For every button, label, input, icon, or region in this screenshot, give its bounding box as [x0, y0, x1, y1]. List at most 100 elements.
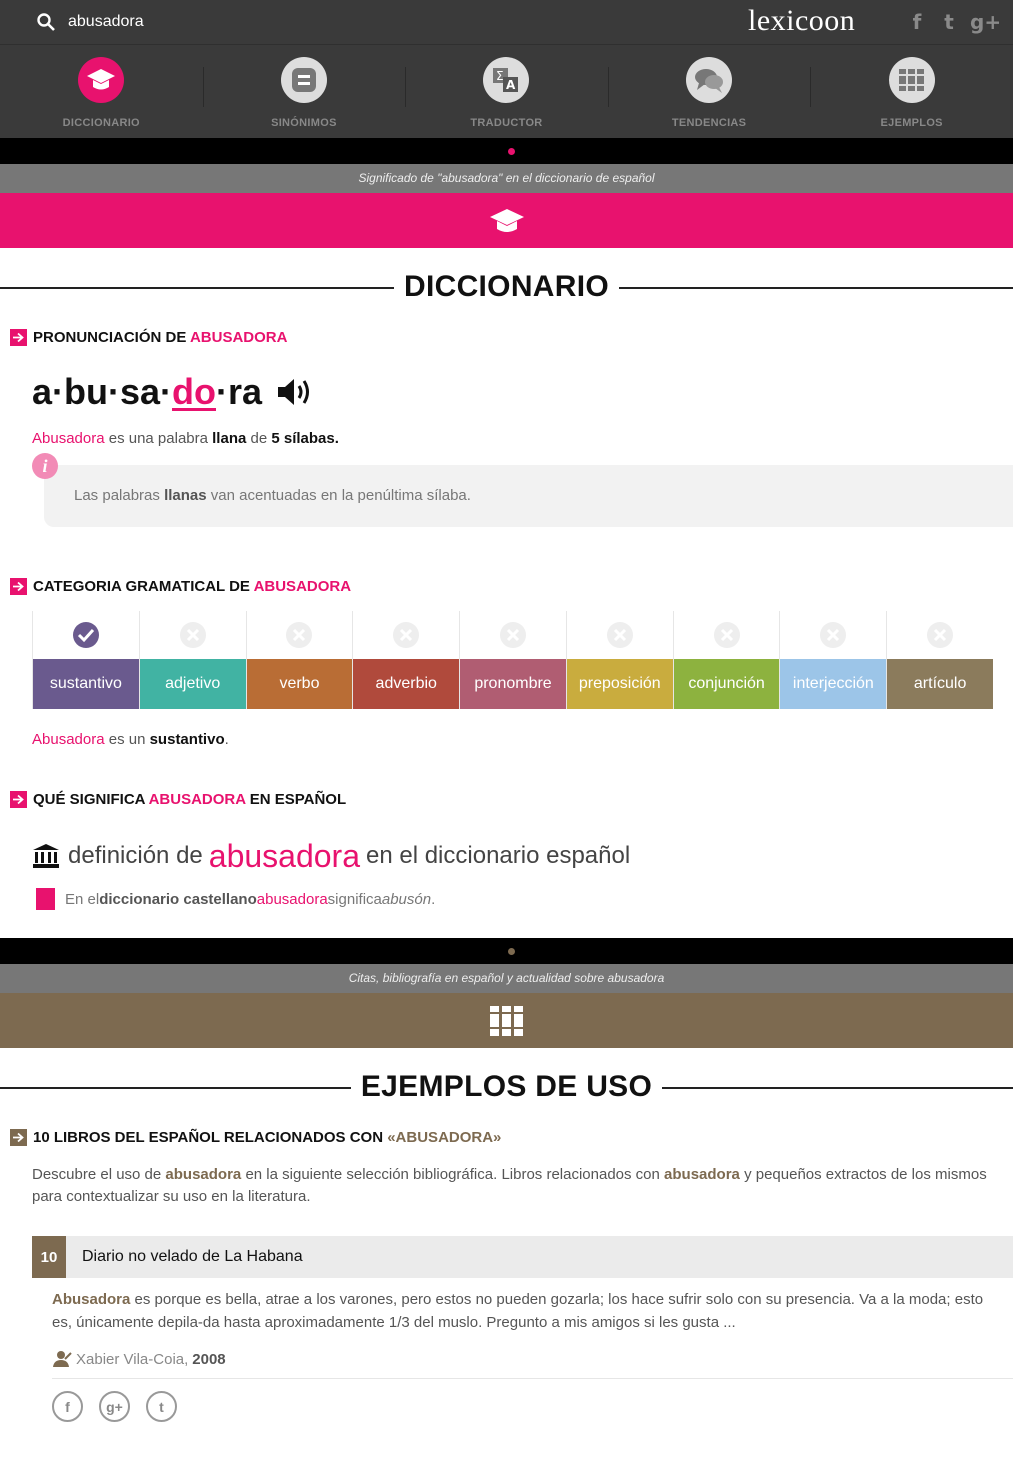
category-label: adjetivo	[139, 659, 246, 709]
section-dot	[508, 948, 515, 955]
share-buttons: f g+ t	[52, 1391, 1013, 1422]
text: van acentuadas en la penúltima sílaba.	[206, 487, 471, 504]
arrow-right-icon	[10, 577, 27, 595]
section-dot	[508, 148, 515, 155]
nav-label: SINÓNIMOS	[271, 117, 337, 129]
category-label: verbo	[246, 659, 353, 709]
share-facebook-icon[interactable]: f	[52, 1391, 83, 1422]
category-4: pronombre	[459, 611, 566, 709]
category-3: adverbio	[352, 611, 460, 709]
category-2: verbo	[245, 611, 353, 709]
stressed-syllable: do	[172, 371, 216, 412]
cross-icon	[460, 611, 566, 659]
svg-text:A: A	[506, 78, 516, 92]
heading-text: 10 LIBROS DEL ESPAÑOL RELACIONADOS CON	[33, 1128, 384, 1146]
text: en el diccionario español	[366, 842, 631, 869]
search-icon[interactable]	[36, 12, 56, 32]
heading-word: ABUSADORA	[253, 577, 352, 595]
cross-icon	[247, 611, 353, 659]
word: abusadora	[664, 1166, 740, 1183]
nav-item-traductor[interactable]: ΣA TRADUCTOR	[405, 45, 608, 138]
category-label: interjección	[780, 659, 887, 709]
search-input[interactable]	[68, 8, 468, 36]
translate-icon: ΣA	[483, 57, 530, 103]
arrow-right-icon	[10, 328, 27, 346]
institution-icon	[33, 844, 59, 868]
stress-type: llana	[212, 430, 247, 447]
facebook-icon[interactable]: f	[906, 10, 928, 34]
category-result: Abusadora es un sustantivo.	[32, 731, 1013, 748]
text: Descubre el uso de	[32, 1166, 166, 1183]
books-icon	[888, 57, 935, 103]
share-twitter-icon[interactable]: t	[146, 1391, 177, 1422]
definition-item: En el diccionario castellano abusadora s…	[36, 886, 1013, 912]
syllables-pre: a·bu·sa·	[32, 371, 173, 412]
text: es una palabra	[104, 430, 213, 447]
heading-text: CATEGORIA GRAMATICAL DE	[33, 577, 250, 595]
book-header[interactable]: 10 Diario no velado de La Habana	[32, 1236, 1013, 1278]
cross-icon	[887, 611, 993, 659]
main-nav: DICCIONARIO SINÓNIMOS ΣA TRADUCTOR TENDE…	[0, 44, 1013, 138]
twitter-icon[interactable]: t	[938, 10, 960, 34]
pronunciation-heading: PRONUNCIACIÓN DE ABUSADORA	[10, 326, 1013, 348]
nav-item-diccionario[interactable]: DICCIONARIO	[0, 45, 203, 138]
speaker-icon[interactable]	[276, 375, 314, 409]
nav-item-tendencias[interactable]: TENDENCIAS	[607, 45, 811, 138]
page-title: DICCIONARIO	[394, 270, 619, 304]
syllables-post: ·ra	[216, 371, 263, 412]
text: definición de	[68, 842, 203, 869]
heading-text: QUÉ SIGNIFICA	[33, 790, 145, 808]
nav-label: TENDENCIAS	[671, 117, 747, 129]
nav-item-sinonimos[interactable]: SINÓNIMOS	[202, 45, 406, 138]
chat-bubbles-icon	[686, 57, 733, 103]
book-number: 10	[32, 1236, 66, 1278]
section-divider	[0, 938, 1013, 964]
section-caption: Significado de "abusadora" en el diccion…	[0, 164, 1013, 193]
word: abusadora	[165, 1166, 242, 1183]
text: Las palabras	[74, 487, 165, 504]
syllable-summary: Abusadora es una palabra llana de 5 síla…	[32, 430, 1013, 447]
text: .	[334, 430, 339, 447]
word: abusadora	[208, 837, 360, 874]
heading-word: «ABUSADORA»	[387, 1128, 502, 1146]
share-gplus-icon[interactable]: g+	[99, 1391, 130, 1422]
info-icon: i	[32, 453, 58, 479]
meaning: abusón	[381, 890, 432, 908]
text: significa	[327, 890, 382, 908]
arrow-right-icon	[10, 1128, 27, 1146]
nav-label: EJEMPLOS	[880, 117, 943, 129]
word-link[interactable]: abusadora	[257, 891, 328, 908]
section-caption: Citas, bibliografía en español y actuali…	[0, 964, 1013, 993]
category-label: adverbio	[353, 659, 460, 709]
heading-word: ABUSADORA	[189, 328, 288, 346]
section-title: EJEMPLOS DE USO	[0, 1048, 1013, 1126]
graduation-cap-icon	[489, 208, 524, 232]
gplus-icon[interactable]: g+	[970, 10, 1001, 34]
category-grid: sustantivo adjetivo verbo adverbio pronombre…	[32, 611, 994, 709]
heading-text: PRONUNCIACIÓN DE	[33, 328, 187, 346]
text: En el	[65, 890, 100, 908]
book-title[interactable]: Diario no velado de La Habana	[82, 1248, 303, 1266]
syllable-count: 5 sílabas	[271, 430, 335, 447]
cross-icon	[780, 611, 886, 659]
category: sustantivo	[149, 731, 225, 748]
nav-item-ejemplos[interactable]: EJEMPLOS	[810, 45, 1013, 138]
cross-icon	[567, 611, 673, 659]
info-box: i Las palabras llanas van acentuadas en …	[32, 453, 1013, 527]
cross-icon	[674, 611, 780, 659]
books-heading: 10 LIBROS DEL ESPAÑOL RELACIONADOS CON «…	[10, 1126, 1013, 1148]
category-5: preposición	[565, 611, 673, 709]
top-bar: lexicoon f t g+	[0, 0, 1013, 44]
text: .	[224, 731, 229, 748]
definition-title: definición de abusadora en el diccionario …	[32, 836, 1013, 876]
cross-icon	[353, 611, 459, 659]
nav-label: DICCIONARIO	[62, 117, 140, 129]
bullet-square	[36, 888, 55, 910]
category-8: artículo	[886, 611, 994, 709]
text: de	[246, 430, 272, 447]
dictionary-band	[0, 193, 1013, 248]
examples-band	[0, 993, 1013, 1048]
logo[interactable]: lexicoon	[748, 4, 855, 38]
text: es porque es bella, atrae a los varones,…	[52, 1291, 984, 1331]
heading-word: ABUSADORA	[148, 790, 246, 808]
